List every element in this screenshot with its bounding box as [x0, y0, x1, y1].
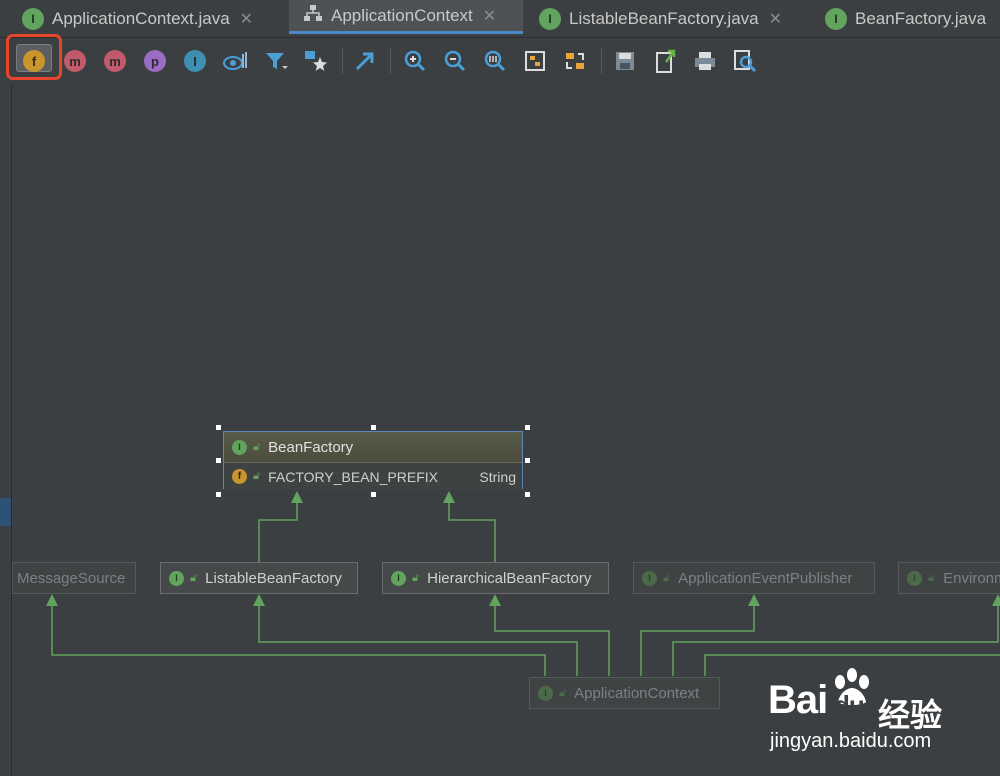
field-type: String	[479, 468, 516, 485]
node-title: MessageSource	[17, 569, 126, 587]
node-title: ApplicationEventPublisher	[678, 569, 853, 587]
lock-icon: 🔓︎	[928, 571, 936, 584]
node-title: Environm	[943, 569, 1000, 587]
lock-icon: 🔓︎	[253, 440, 261, 453]
hierarchicalbeanfactory-node[interactable]: I 🔓︎ HierarchicalBeanFactory	[382, 562, 609, 594]
watermark-brand-du: du	[834, 690, 865, 720]
lock-icon: 🔓︎	[253, 470, 261, 482]
interface-icon: I	[232, 439, 247, 455]
inheritance-edges	[46, 491, 1000, 676]
interface-icon: I	[391, 570, 406, 586]
lock-icon: 🔓︎	[559, 686, 567, 699]
interface-icon: I	[642, 570, 657, 586]
interface-icon: I	[538, 685, 553, 701]
beanfactory-node[interactable]: I 🔓︎ BeanFactory f 🔓︎ FACTORY_BEAN_PREFI…	[223, 431, 523, 490]
baidu-jingyan-watermark: Bai du 经验 jingyan.baidu.com	[768, 668, 988, 768]
lock-icon: 🔓︎	[663, 571, 671, 584]
messagesource-node[interactable]: MessageSource	[12, 562, 136, 594]
applicationeventpublisher-node[interactable]: I 🔓︎ ApplicationEventPublisher	[633, 562, 875, 594]
interface-icon: I	[169, 570, 184, 586]
listablebeanfactory-node[interactable]: I 🔓︎ ListableBeanFactory	[160, 562, 358, 594]
field-icon: f	[232, 469, 247, 484]
environment-node[interactable]: I 🔓︎ Environm	[898, 562, 1000, 594]
node-title: BeanFactory	[268, 438, 354, 456]
lock-icon: 🔓︎	[412, 571, 420, 584]
field-name: FACTORY_BEAN_PREFIX	[268, 468, 439, 485]
node-title: ApplicationContext	[574, 684, 700, 702]
beanfactory-header: I 🔓︎ BeanFactory	[224, 432, 522, 463]
node-title: ListableBeanFactory	[205, 569, 342, 587]
lock-icon: 🔓︎	[190, 571, 198, 584]
field-row[interactable]: f 🔓︎ FACTORY_BEAN_PREFIX String	[224, 463, 522, 490]
interface-icon: I	[907, 570, 922, 586]
watermark-brand: Bai	[768, 678, 828, 722]
applicationcontext-node[interactable]: I 🔓︎ ApplicationContext	[529, 677, 720, 709]
node-title: HierarchicalBeanFactory	[427, 569, 592, 587]
watermark-url: jingyan.baidu.com	[770, 730, 932, 752]
